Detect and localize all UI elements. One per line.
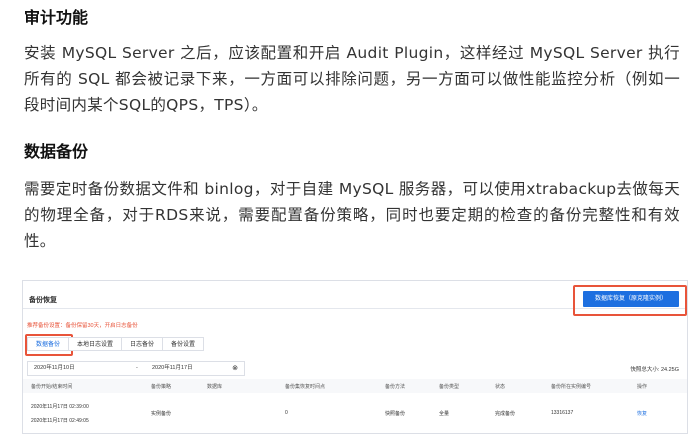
- heading-audit: 审计功能: [24, 8, 89, 27]
- tab-data-backup[interactable]: 数据备份: [27, 337, 70, 351]
- col-status: 状态: [495, 384, 506, 390]
- col-type: 备份类型: [439, 384, 460, 390]
- paragraph-audit: 安装 MySQL Server 之后，应该配置和开启 Audit Plugin，…: [24, 44, 680, 114]
- page-title: 备份恢复: [29, 297, 57, 304]
- backup-policy-hint: 推荐备份设置：备份保留30天，开启日志备份: [27, 323, 138, 329]
- date-start: 2020年11月10日: [34, 365, 75, 371]
- col-action: 操作: [637, 384, 648, 390]
- row-method: 快照备份: [385, 411, 406, 417]
- row-start-time: 2020年11月17日 02:39:00: [31, 404, 89, 410]
- clear-date-icon[interactable]: ⊗: [232, 362, 238, 375]
- database-restore-button[interactable]: 数据库恢复（原克隆实例）: [583, 291, 679, 307]
- backup-console-screenshot: 备份恢复 数据库恢复（原克隆实例） 推荐备份设置：备份保留30天，开启日志备份 …: [22, 280, 688, 434]
- tab-backup-settings[interactable]: 备份设置: [162, 337, 205, 351]
- row-status: 完成备份: [495, 411, 516, 417]
- col-method: 备份方法: [385, 384, 406, 390]
- heading-backup: 数据备份: [24, 142, 89, 161]
- table-header: 备份开始/结束时间 备份策略 数据库 备份集恢复时间点 备份方法 备份类型 状态…: [23, 379, 687, 393]
- date-separator: -: [136, 365, 138, 371]
- tab-local-log-settings[interactable]: 本地日志设置: [68, 337, 123, 351]
- tab-log-backup[interactable]: 日志备份: [121, 337, 164, 351]
- col-database: 数据库: [207, 384, 223, 390]
- date-range-picker[interactable]: 2020年11月10日 - 2020年11月17日 ⊗: [27, 361, 245, 376]
- col-instance-id: 备份所在实例编号: [551, 384, 592, 390]
- paragraph-backup: 需要定时备份数据文件和 binlog，对于自建 MySQL 服务器，可以使用xt…: [24, 180, 680, 250]
- col-strategy: 备份策略: [151, 384, 172, 390]
- row-type: 全量: [439, 411, 450, 417]
- row-instance-id: 13316137: [551, 410, 574, 416]
- row-strategy: 实例备份: [151, 411, 172, 417]
- col-time: 备份开始/结束时间: [31, 384, 73, 390]
- row-end-time: 2020年11月17日 02:49:05: [31, 418, 89, 424]
- col-restore-point: 备份集恢复时间点: [285, 384, 326, 390]
- date-end: 2020年11月17日: [152, 365, 193, 371]
- snapshot-total-size: 快照总大小: 24.25G: [630, 367, 679, 373]
- restore-link[interactable]: 恢复: [637, 410, 647, 417]
- row-restore-point: 0: [285, 410, 288, 416]
- tab-bar: 数据备份 本地日志设置 日志备份 备份设置: [27, 337, 205, 351]
